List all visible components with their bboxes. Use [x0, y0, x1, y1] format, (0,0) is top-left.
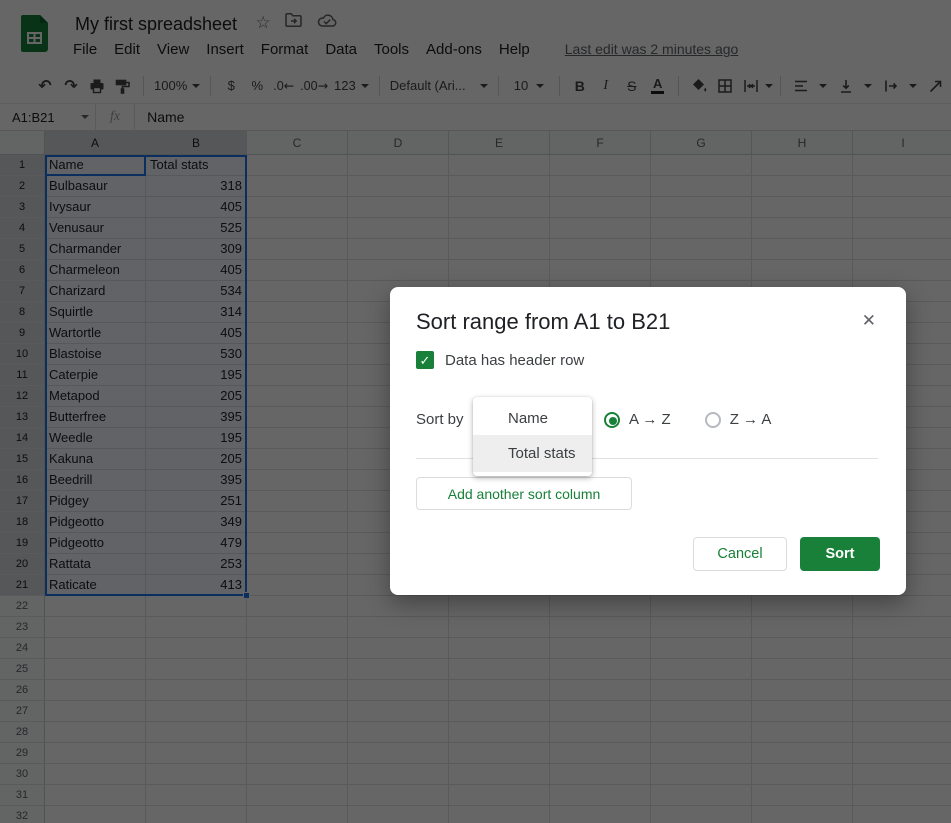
sort-order-radios: A → Z Z → A — [604, 411, 771, 428]
cancel-button[interactable]: Cancel — [693, 537, 787, 571]
add-sort-column-button[interactable]: Add another sort column — [416, 477, 632, 510]
sort-button[interactable]: Sort — [800, 537, 880, 571]
sort-by-label: Sort by — [416, 411, 464, 428]
checkmark-icon: ✓ — [420, 354, 431, 367]
sort-column-dropdown-menu: Name Total stats — [473, 397, 592, 476]
dropdown-option-total-stats[interactable]: Total stats — [473, 435, 592, 472]
close-icon[interactable]: ✕ — [862, 311, 876, 331]
header-row-checkbox-row: ✓ Data has header row — [416, 351, 584, 369]
radio-descending[interactable] — [705, 412, 721, 428]
radio-ascending-label[interactable]: A → Z — [629, 411, 671, 428]
google-sheets-window: My first spreadsheet ☆ File — [0, 0, 951, 823]
dialog-title: Sort range from A1 to B21 — [416, 309, 670, 335]
dropdown-option-name[interactable]: Name — [473, 403, 592, 435]
header-row-checkbox-label[interactable]: Data has header row — [445, 352, 584, 369]
radio-descending-label[interactable]: Z → A — [730, 411, 772, 428]
sort-range-dialog: Sort range from A1 to B21 ✕ ✓ Data has h… — [390, 287, 906, 595]
header-row-checkbox[interactable]: ✓ — [416, 351, 434, 369]
radio-ascending[interactable] — [604, 412, 620, 428]
